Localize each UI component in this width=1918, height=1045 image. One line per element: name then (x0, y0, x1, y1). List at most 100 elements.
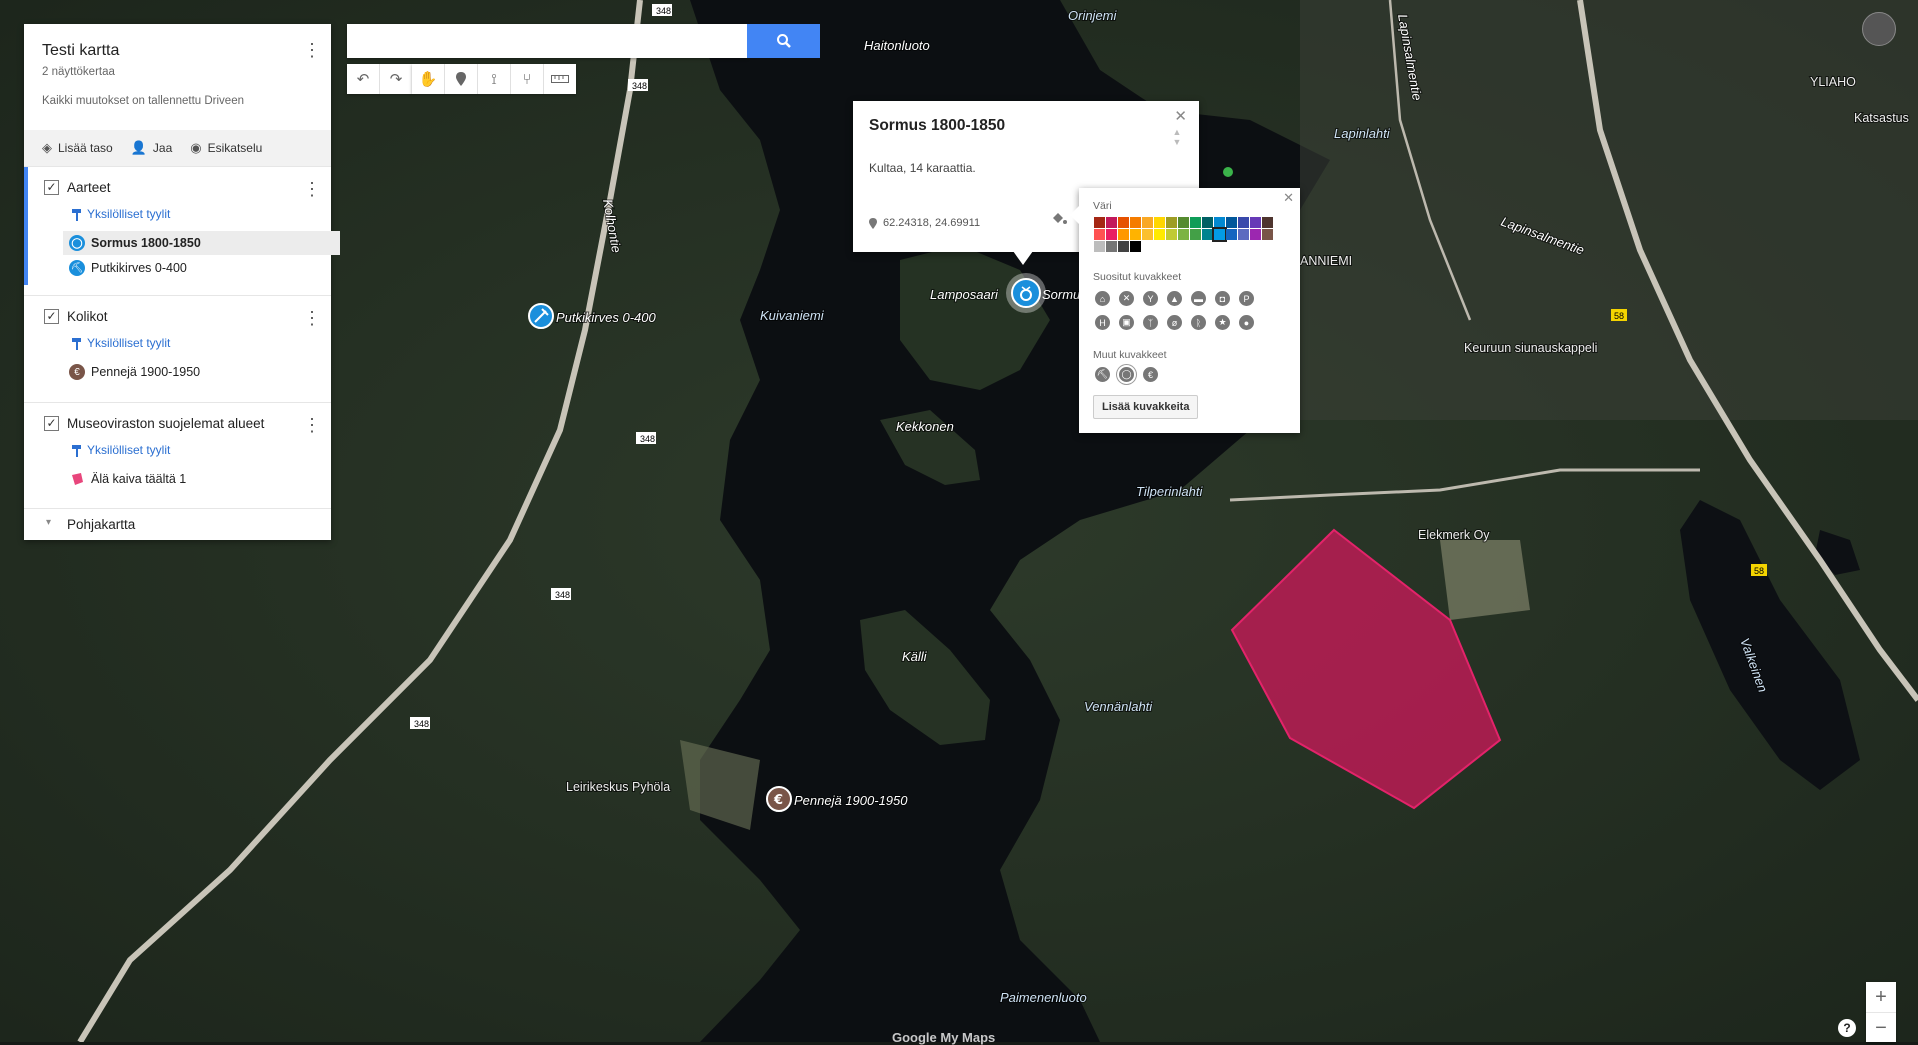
redo-icon[interactable]: ↷ (380, 64, 412, 94)
color-swatch[interactable] (1262, 217, 1273, 228)
layer-options-kebab-icon[interactable]: ⋮ (302, 308, 322, 328)
color-swatch[interactable] (1118, 241, 1129, 252)
marker-penneja[interactable]: € (766, 786, 792, 812)
list-item-sormus[interactable]: ◯ Sormus 1800-1850 (63, 231, 340, 255)
hand-icon[interactable]: ✋ (412, 64, 445, 94)
runner-icon[interactable]: ᚱ (1191, 315, 1206, 330)
color-swatch[interactable] (1094, 229, 1105, 240)
search-input[interactable] (347, 24, 747, 58)
undo-icon[interactable]: ↶ (347, 64, 380, 94)
avatar[interactable] (1862, 12, 1896, 46)
color-swatch[interactable] (1202, 217, 1213, 228)
bus-icon[interactable]: ▣ (1119, 315, 1134, 330)
color-swatch[interactable] (1166, 229, 1177, 240)
color-swatch[interactable] (1166, 217, 1177, 228)
color-swatch[interactable] (1094, 217, 1105, 228)
color-swatch[interactable] (1106, 241, 1117, 252)
color-swatch[interactable] (1214, 217, 1225, 228)
basemap-section[interactable]: ▾ Pohjakartta (24, 508, 331, 541)
list-item-ala-kaiva[interactable]: Älä kaiva täältä 1 (63, 467, 340, 491)
more-icons-button[interactable]: Lisää kuvakkeita (1093, 395, 1199, 419)
color-swatch[interactable] (1238, 217, 1249, 228)
help-icon[interactable]: ? (1838, 1019, 1856, 1037)
color-swatch[interactable] (1142, 217, 1153, 228)
close-icon[interactable]: ✕ (1174, 107, 1187, 125)
pickaxe-icon: ⛏ (69, 260, 85, 276)
parking-icon[interactable]: P (1239, 291, 1254, 306)
color-swatch[interactable] (1178, 217, 1189, 228)
map-label-vennanlahti: Vennänlahti (1084, 699, 1153, 714)
walking-icon[interactable]: ᛉ (1143, 315, 1158, 330)
zoom-in-button[interactable]: + (1866, 982, 1896, 1013)
map-label-penneja: Pennejä 1900-1950 (794, 793, 908, 808)
color-swatch[interactable] (1106, 229, 1117, 240)
marker-icon[interactable] (445, 64, 478, 94)
layer-style-link[interactable]: Yksilölliset tyylit (72, 207, 170, 221)
map-label-tilperinlahti: Tilperinlahti (1136, 484, 1203, 499)
color-swatch[interactable] (1142, 229, 1153, 240)
color-swatch[interactable] (1154, 217, 1165, 228)
bicycle-icon[interactable]: ø (1167, 315, 1182, 330)
scroll-arrows-icon[interactable]: ▲ ▼ (1171, 127, 1183, 147)
color-swatch[interactable] (1130, 217, 1141, 228)
directions-icon[interactable]: ⑂ (511, 64, 544, 94)
close-icon[interactable]: ✕ (1283, 190, 1294, 206)
layer-name[interactable]: Museoviraston suojelemat alueet (67, 416, 264, 431)
map-title[interactable]: Testi kartta (42, 42, 119, 60)
layer-style-link[interactable]: Yksilölliset tyylit (72, 443, 170, 457)
map-options-kebab-icon[interactable]: ⋮ (302, 40, 322, 60)
hospital-icon[interactable]: H (1095, 315, 1110, 330)
home-icon[interactable]: ⌂ (1095, 291, 1110, 306)
camera-icon[interactable]: ◘ (1215, 291, 1230, 306)
add-layer-button[interactable]: ◈ Lisää taso (42, 140, 113, 156)
layer-name[interactable]: Kolikot (67, 309, 108, 324)
shopping-icon[interactable]: ▲ (1167, 291, 1182, 306)
color-swatch[interactable] (1250, 217, 1261, 228)
cocktail-icon[interactable]: Y (1143, 291, 1158, 306)
color-swatch[interactable] (1106, 217, 1117, 228)
color-swatch[interactable] (1262, 229, 1273, 240)
list-item-penneja[interactable]: € Pennejä 1900-1950 (63, 360, 340, 384)
color-swatch[interactable] (1190, 229, 1201, 240)
color-swatch[interactable] (1094, 241, 1105, 252)
layer-name[interactable]: Aarteet (67, 180, 111, 195)
color-swatch[interactable] (1190, 217, 1201, 228)
zoom-control: + − (1866, 982, 1896, 1042)
color-swatch[interactable] (1178, 229, 1189, 240)
color-swatch[interactable] (1130, 229, 1141, 240)
layer-checkbox-aarteet[interactable]: ✓ (44, 180, 59, 195)
color-swatch[interactable] (1118, 229, 1129, 240)
star-icon[interactable]: ★ (1215, 315, 1230, 330)
color-swatch[interactable] (1130, 241, 1141, 252)
color-swatch[interactable] (1202, 229, 1213, 240)
cross-icon[interactable]: ✕ (1119, 291, 1134, 306)
ruler-icon[interactable] (544, 64, 576, 94)
pin-icon[interactable]: ● (1239, 315, 1254, 330)
color-swatch[interactable] (1118, 217, 1129, 228)
color-swatch[interactable] (1212, 227, 1227, 242)
color-swatch[interactable] (1250, 229, 1261, 240)
paint-bucket-icon[interactable] (1051, 212, 1067, 226)
list-item-putkikirves[interactable]: ⛏ Putkikirves 0-400 (63, 256, 340, 280)
color-swatch[interactable] (1226, 217, 1237, 228)
search-icon (776, 34, 791, 48)
marker-putkikirves[interactable] (528, 303, 554, 329)
color-swatch[interactable] (1154, 229, 1165, 240)
euro-icon[interactable]: € (1143, 367, 1158, 382)
pickaxe-icon[interactable]: ⛏ (1095, 367, 1110, 382)
layer-options-kebab-icon[interactable]: ⋮ (302, 179, 322, 199)
layer-checkbox-kolikot[interactable]: ✓ (44, 309, 59, 324)
layer-checkbox-museovirasto[interactable]: ✓ (44, 416, 59, 431)
zoom-out-button[interactable]: − (1866, 1013, 1896, 1043)
car-icon[interactable]: ▬ (1191, 291, 1206, 306)
color-swatch[interactable] (1226, 229, 1237, 240)
search-button[interactable] (747, 24, 820, 58)
color-swatch[interactable] (1238, 229, 1249, 240)
line-icon[interactable]: ⟟ (478, 64, 511, 94)
preview-button[interactable]: ◉ Esikatselu (190, 140, 262, 156)
layer-style-link[interactable]: Yksilölliset tyylit (72, 336, 170, 350)
share-button[interactable]: 👤 Jaa (131, 140, 173, 156)
layer-options-kebab-icon[interactable]: ⋮ (302, 415, 322, 435)
marker-sormus[interactable] (1006, 273, 1046, 313)
ring-icon[interactable]: ◯ (1119, 367, 1134, 382)
